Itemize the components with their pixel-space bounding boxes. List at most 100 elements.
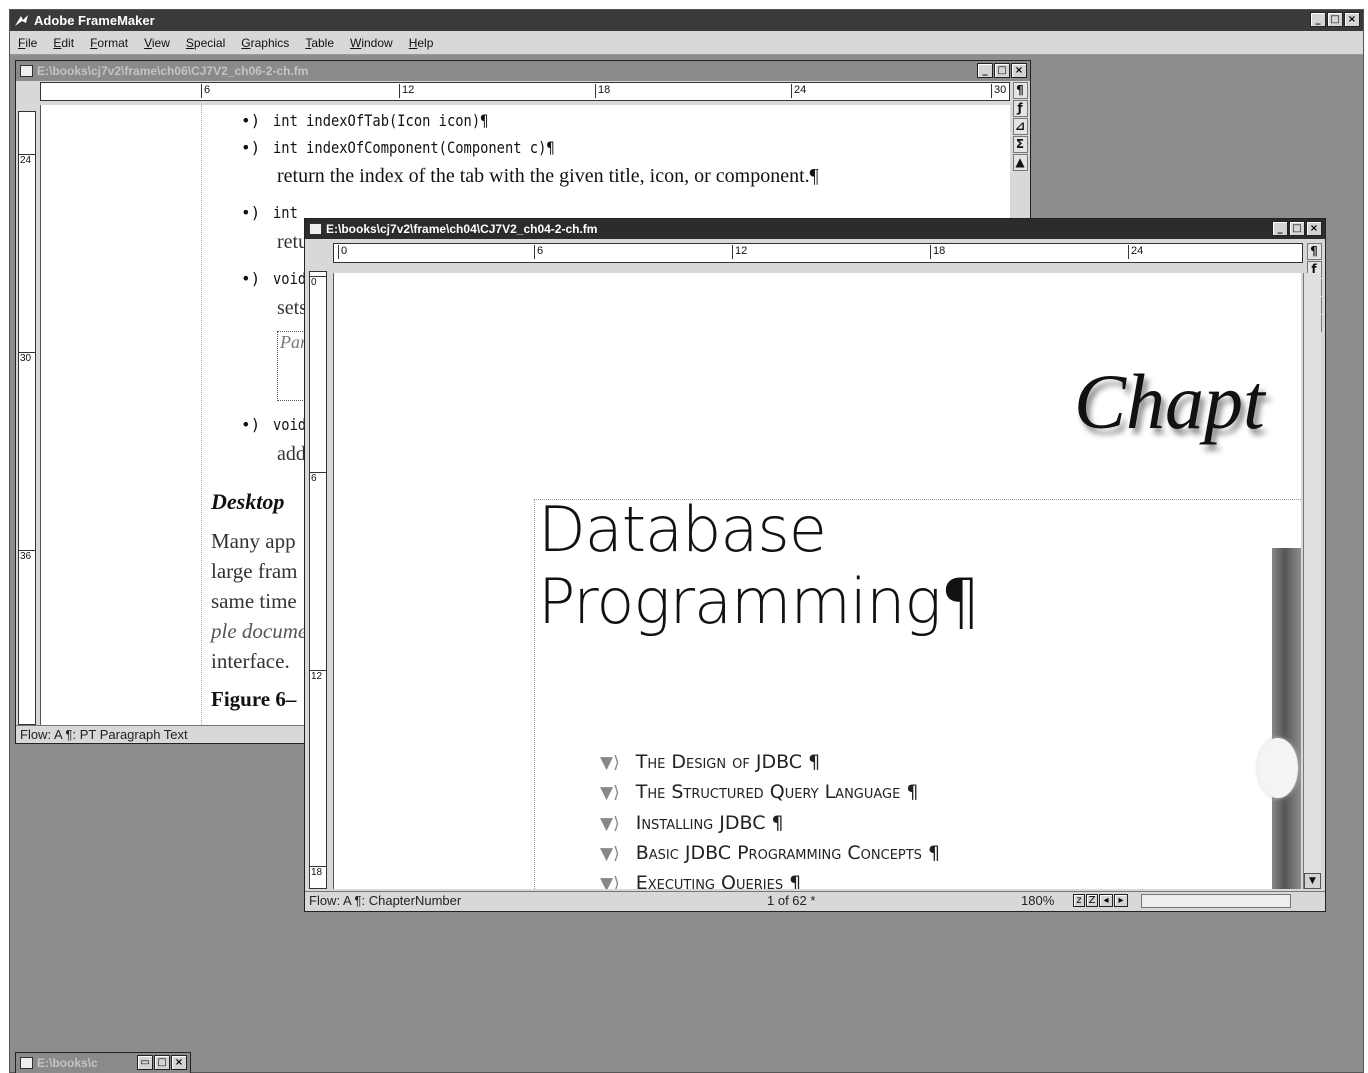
menu-file[interactable]: File bbox=[10, 36, 45, 50]
triangle-tool-icon[interactable]: ⊿ bbox=[1012, 118, 1028, 135]
bullet: •) bbox=[241, 203, 261, 222]
document-icon bbox=[20, 1057, 33, 1069]
body-line: Many app bbox=[211, 529, 296, 553]
function-tool-icon[interactable]: ƒ bbox=[1012, 100, 1028, 117]
toc-entry[interactable]: ▼⟩ The Design of JDBC ¶ bbox=[600, 751, 820, 773]
toc-entry[interactable]: ▼⟩ Installing JDBC ¶ bbox=[600, 812, 784, 834]
sigma-tool-icon[interactable]: Σ bbox=[1012, 136, 1028, 153]
vruler-label: 30 bbox=[19, 352, 35, 364]
pilcrow-tool-icon[interactable]: ¶ bbox=[1012, 82, 1028, 99]
code-text: int indexOfTab(Icon icon)¶ bbox=[272, 111, 489, 130]
back-tool-column: ¶ ƒ ⊿ Σ ▲ bbox=[1012, 82, 1028, 172]
restore-button[interactable]: ▭ bbox=[137, 1055, 153, 1070]
ruler-label: 6 bbox=[534, 245, 543, 259]
vruler-label: 6 bbox=[310, 472, 326, 484]
page-indicator[interactable]: 1 of 62 * bbox=[767, 893, 815, 908]
ruler-label: 6 bbox=[201, 84, 210, 98]
prev-page-icon[interactable]: ◂ bbox=[1099, 894, 1113, 907]
body-line: large fram bbox=[211, 559, 298, 583]
chapter-title-line-2: Programming¶ bbox=[538, 565, 980, 638]
toc-entry-text: The Structured Query Language ¶ bbox=[635, 781, 919, 803]
front-window-controls: _ □ × bbox=[1272, 221, 1322, 236]
code-line: •) void bbox=[241, 269, 311, 289]
toc-entry[interactable]: ▼⟩ Basic JDBC Programming Concepts ¶ bbox=[600, 842, 940, 864]
description-line: sets bbox=[277, 297, 307, 319]
front-document-window[interactable]: E:\books\cj7v2\frame\ch04\CJ7V2_ch04-2-c… bbox=[304, 218, 1326, 912]
back-close-button[interactable]: × bbox=[1011, 63, 1027, 78]
menu-view[interactable]: View bbox=[136, 36, 178, 50]
toc-entry-text: Installing JDBC ¶ bbox=[635, 812, 784, 834]
menu-edit[interactable]: Edit bbox=[45, 36, 82, 50]
minimized-window-title: E:\books\c bbox=[37, 1056, 98, 1070]
menu-help[interactable]: Help bbox=[401, 36, 442, 50]
vruler-label: 12 bbox=[310, 670, 326, 682]
minimized-window-controls: ▭ □ × bbox=[137, 1055, 187, 1070]
bullet: •) bbox=[241, 415, 261, 434]
front-window-title: E:\books\cj7v2\frame\ch04\CJ7V2_ch04-2-c… bbox=[326, 222, 598, 236]
app-titlebar: Adobe FrameMaker _ □ × bbox=[10, 10, 1363, 31]
front-status-text: Flow: A ¶: ChapterNumber bbox=[309, 893, 462, 908]
code-line: •) int bbox=[241, 203, 302, 223]
back-window-titlebar[interactable]: E:\books\cj7v2\frame\ch06\CJ7V2_ch06-2-c… bbox=[16, 61, 1030, 81]
triangle-bullet-icon: ▼⟩ bbox=[600, 753, 620, 773]
front-page[interactable]: Chapt Database Programming¶ ▼⟩ The Design… bbox=[333, 273, 1301, 889]
minimize-button[interactable]: _ bbox=[1310, 12, 1326, 27]
app-title: Adobe FrameMaker bbox=[34, 13, 155, 28]
triangle-bullet-icon: ▼⟩ bbox=[600, 783, 620, 803]
code-text: int indexOfComponent(Component c)¶ bbox=[272, 138, 555, 157]
menu-table[interactable]: Table bbox=[297, 36, 342, 50]
triangle-bullet-icon: ▼⟩ bbox=[600, 814, 620, 834]
next-page-icon[interactable]: ▸ bbox=[1114, 894, 1128, 907]
menu-window[interactable]: Window bbox=[342, 36, 401, 50]
ruler-label: 12 bbox=[399, 84, 414, 98]
document-icon bbox=[20, 65, 33, 77]
toc-entry[interactable]: ▼⟩ Executing Queries ¶ bbox=[600, 872, 801, 889]
front-status-bar: Flow: A ¶: ChapterNumber 1 of 62 * 180% … bbox=[305, 891, 1325, 909]
minimized-document-window[interactable]: E:\books\c ▭ □ × bbox=[15, 1052, 191, 1073]
back-minimize-button[interactable]: _ bbox=[977, 63, 993, 78]
scroll-down-icon[interactable]: ▼ bbox=[1304, 873, 1321, 889]
bullet: •) bbox=[241, 269, 261, 288]
body-line: same time bbox=[211, 589, 297, 613]
maximize-button[interactable]: □ bbox=[1327, 12, 1343, 27]
code-line: •) void bbox=[241, 415, 311, 435]
zoom-out-icon[interactable]: z bbox=[1073, 894, 1085, 907]
front-window-titlebar[interactable]: E:\books\cj7v2\frame\ch04\CJ7V2_ch04-2-c… bbox=[305, 219, 1325, 239]
maximize-button[interactable]: □ bbox=[154, 1055, 170, 1070]
scroll-up-icon[interactable]: ▲ bbox=[1012, 154, 1028, 171]
zoom-in-icon[interactable]: Z bbox=[1086, 894, 1098, 907]
vruler-label: 36 bbox=[19, 550, 35, 562]
back-maximize-button[interactable]: □ bbox=[994, 63, 1010, 78]
document-icon bbox=[309, 223, 322, 235]
toc-entry[interactable]: ▼⟩ The Structured Query Language ¶ bbox=[600, 781, 918, 803]
horizontal-scrollbar[interactable] bbox=[1141, 893, 1291, 908]
minimized-window-titlebar[interactable]: E:\books\c ▭ □ × bbox=[16, 1053, 190, 1073]
pilcrow-tool-icon[interactable]: ¶ bbox=[1306, 243, 1322, 260]
front-minimize-button[interactable]: _ bbox=[1272, 221, 1288, 236]
text-column-guide bbox=[534, 499, 535, 889]
back-horizontal-ruler: 6 12 18 24 30 bbox=[40, 82, 1010, 101]
close-button[interactable]: × bbox=[171, 1055, 187, 1070]
zoom-level[interactable]: 180% bbox=[1021, 893, 1054, 908]
front-vertical-ruler: 0 6 12 18 bbox=[309, 271, 327, 889]
menu-special[interactable]: Special bbox=[178, 36, 233, 50]
front-maximize-button[interactable]: □ bbox=[1289, 221, 1305, 236]
chapter-opener-image bbox=[1258, 548, 1301, 889]
back-status-text: Flow: A ¶: PT Paragraph Text bbox=[20, 727, 188, 742]
bullet: •) bbox=[241, 111, 261, 130]
description-line: return the index of the tab with the giv… bbox=[277, 165, 819, 187]
chapter-title-line-1: Database bbox=[538, 493, 827, 566]
menu-format[interactable]: Format bbox=[82, 36, 136, 50]
toc-entry-text: Executing Queries ¶ bbox=[635, 872, 802, 889]
chapter-word: Chapt bbox=[1074, 358, 1265, 445]
figure-caption: Figure 6– bbox=[211, 687, 297, 711]
vruler-label: 24 bbox=[19, 154, 35, 166]
description-line: add bbox=[277, 443, 306, 465]
app-window-controls: _ □ × bbox=[1310, 12, 1360, 27]
vruler-label: 18 bbox=[310, 866, 326, 878]
close-button[interactable]: × bbox=[1344, 12, 1360, 27]
vertical-scrollbar[interactable]: ▼ bbox=[1303, 273, 1321, 889]
front-close-button[interactable]: × bbox=[1306, 221, 1322, 236]
back-window-controls: _ □ × bbox=[977, 63, 1027, 78]
menu-graphics[interactable]: Graphics bbox=[233, 36, 297, 50]
